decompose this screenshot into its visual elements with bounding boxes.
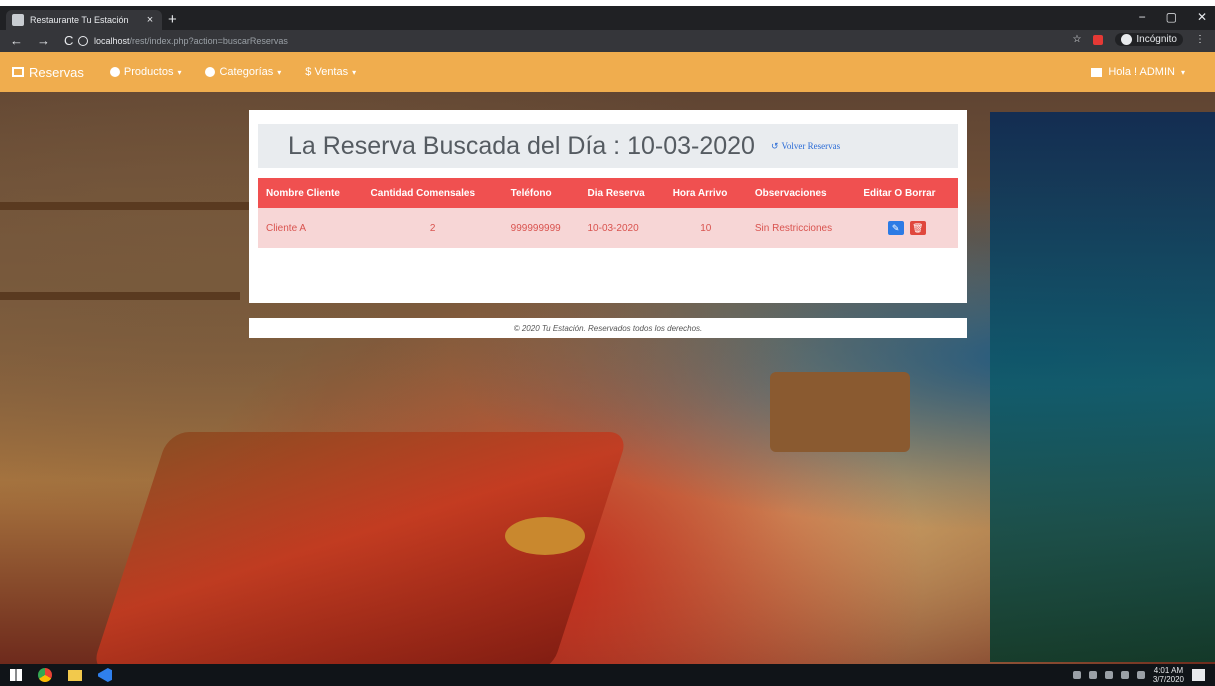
site-info-icon[interactable] [78, 36, 88, 46]
col-cantidad-comensales: Cantidad Comensales [362, 178, 503, 208]
nav-label: Categorías [219, 66, 274, 78]
col-observaciones: Observaciones [746, 178, 856, 208]
delete-button[interactable]: 🗑 [909, 221, 926, 235]
volver-reservas-link[interactable]: ↺ Volver Reservas [771, 141, 840, 152]
tab-favicon-icon [12, 14, 24, 26]
tab-close-icon[interactable]: × [144, 14, 156, 26]
windows-start-icon[interactable] [10, 669, 22, 681]
tab-title: Restaurante Tu Estación [30, 15, 129, 25]
tray-icon[interactable] [1104, 671, 1113, 679]
cell-comensales: 2 [362, 208, 503, 248]
bar-shelf [0, 202, 250, 210]
clock-date: 3/7/2020 [1152, 675, 1184, 684]
restore-icon[interactable]: ▢ [1166, 10, 1177, 24]
user-icon [1091, 67, 1103, 77]
cell-telefono: 999999999 [502, 208, 580, 248]
chevron-down-icon: ▾ [352, 67, 357, 77]
chevron-down-icon: ▾ [277, 67, 282, 77]
page-title: La Reserva Buscada del Día : 10-03-2020 [288, 131, 755, 160]
nav-label: Productos [123, 66, 174, 78]
brand-label: Reservas [29, 64, 84, 80]
card-header: La Reserva Buscada del Día : 10-03-2020 … [258, 124, 958, 168]
nav-productos[interactable]: Productos ▾ [109, 66, 182, 78]
table-grid-icon [12, 67, 24, 77]
browser-menu-icon[interactable]: ⋮ [1195, 34, 1205, 45]
chrome-icon[interactable] [38, 668, 52, 682]
taskbar-apps [10, 668, 112, 682]
reservation-card: La Reserva Buscada del Día : 10-03-2020 … [249, 110, 967, 303]
nav-ventas[interactable]: $ Ventas ▾ [305, 66, 356, 78]
info-circle-icon [205, 67, 216, 77]
user-menu[interactable]: Hola ! ADMIN ▾ [1091, 66, 1185, 78]
forward-icon[interactable]: → [37, 33, 50, 48]
chevron-down-icon: ▾ [177, 67, 182, 77]
table-row: Cliente A 2 999999999 10-03-2020 10 Sin … [258, 208, 958, 248]
incognito-label: Incógnito [1136, 34, 1177, 45]
incognito-badge[interactable]: Incógnito [1115, 33, 1183, 46]
new-tab-button[interactable]: + [168, 11, 177, 28]
extension-icon[interactable] [1093, 34, 1104, 45]
bar-shelf [0, 292, 240, 300]
reload-icon[interactable]: C [64, 33, 73, 48]
restaurant-table [770, 372, 910, 452]
page-footer: © 2020 Tu Estación. Reservados todos los… [249, 318, 967, 338]
tray-icon[interactable] [1088, 671, 1097, 679]
info-circle-icon [109, 67, 120, 77]
close-window-icon[interactable]: ✕ [1197, 10, 1207, 24]
windows-taskbar: 4:01 AM 3/7/2020 [0, 664, 1215, 686]
url-host: localhost [94, 36, 130, 46]
chevron-down-icon: ▾ [1180, 67, 1185, 77]
cell-observaciones: Sin Restricciones [746, 208, 856, 248]
col-hora-arrivo: Hora Arrivo [664, 178, 747, 208]
col-telefono: Teléfono [502, 178, 580, 208]
footer-text: © 2020 Tu Estación. Reservados todos los… [513, 323, 703, 333]
bookmark-star-icon[interactable]: ☆ [1072, 34, 1081, 45]
url-path: /rest/index.php?action=buscarReservas [129, 36, 288, 46]
window-controls: − ▢ ✕ [1139, 10, 1207, 24]
incognito-icon [1121, 34, 1133, 45]
address-bar: ← → C localhost /rest/index.php?action=b… [0, 30, 1215, 52]
volume-icon[interactable] [1136, 671, 1145, 679]
brand-reservas[interactable]: Reservas [12, 65, 84, 80]
col-dia-reserva: Dia Reserva [579, 178, 665, 208]
file-explorer-icon[interactable] [68, 669, 82, 681]
vscode-icon[interactable] [98, 668, 112, 682]
nav-label: $ Ventas [305, 66, 349, 78]
table-header-row: Nombre Cliente Cantidad Comensales Teléf… [258, 178, 958, 208]
nav-categorias[interactable]: Categorías ▾ [205, 66, 281, 78]
browser-actions: ☆ Incógnito ⋮ [1072, 33, 1205, 46]
taskbar-clock[interactable]: 4:01 AM 3/7/2020 [1153, 666, 1184, 684]
main-navbar: Reservas Productos ▾ Categorías ▾ $ Vent… [0, 52, 1215, 92]
col-nombre-cliente: Nombre Cliente [258, 178, 363, 208]
cell-hora: 10 [664, 208, 747, 248]
tray-icon[interactable] [1072, 671, 1081, 679]
browser-titlebar: Restaurante Tu Estación × + − ▢ ✕ [0, 6, 1215, 30]
col-editar-borrar: Editar O Borrar [855, 178, 958, 208]
clock-time: 4:01 AM [1153, 666, 1184, 675]
back-icon[interactable]: ← [10, 33, 23, 48]
cell-actions: ✎ 🗑 [855, 208, 958, 248]
edit-button[interactable]: ✎ [887, 221, 904, 235]
system-tray: 4:01 AM 3/7/2020 [1072, 666, 1205, 684]
bar-stool [505, 517, 585, 555]
back-arrow-icon: ↺ [770, 140, 779, 151]
volver-label: Volver Reservas [781, 141, 841, 151]
notification-icon[interactable] [1192, 669, 1205, 681]
browser-tab[interactable]: Restaurante Tu Estación × [6, 10, 162, 30]
restaurant-window [990, 112, 1215, 662]
reservations-table: Nombre Cliente Cantidad Comensales Teléf… [258, 178, 958, 248]
network-icon[interactable] [1120, 671, 1129, 679]
nav-buttons: ← → C [10, 33, 73, 48]
cell-nombre: Cliente A [258, 208, 363, 248]
cell-dia: 10-03-2020 [579, 208, 665, 248]
minimize-icon[interactable]: − [1139, 10, 1146, 24]
user-label: Hola ! ADMIN [1108, 66, 1175, 78]
url-input[interactable]: localhost /rest/index.php?action=buscarR… [78, 33, 1068, 49]
